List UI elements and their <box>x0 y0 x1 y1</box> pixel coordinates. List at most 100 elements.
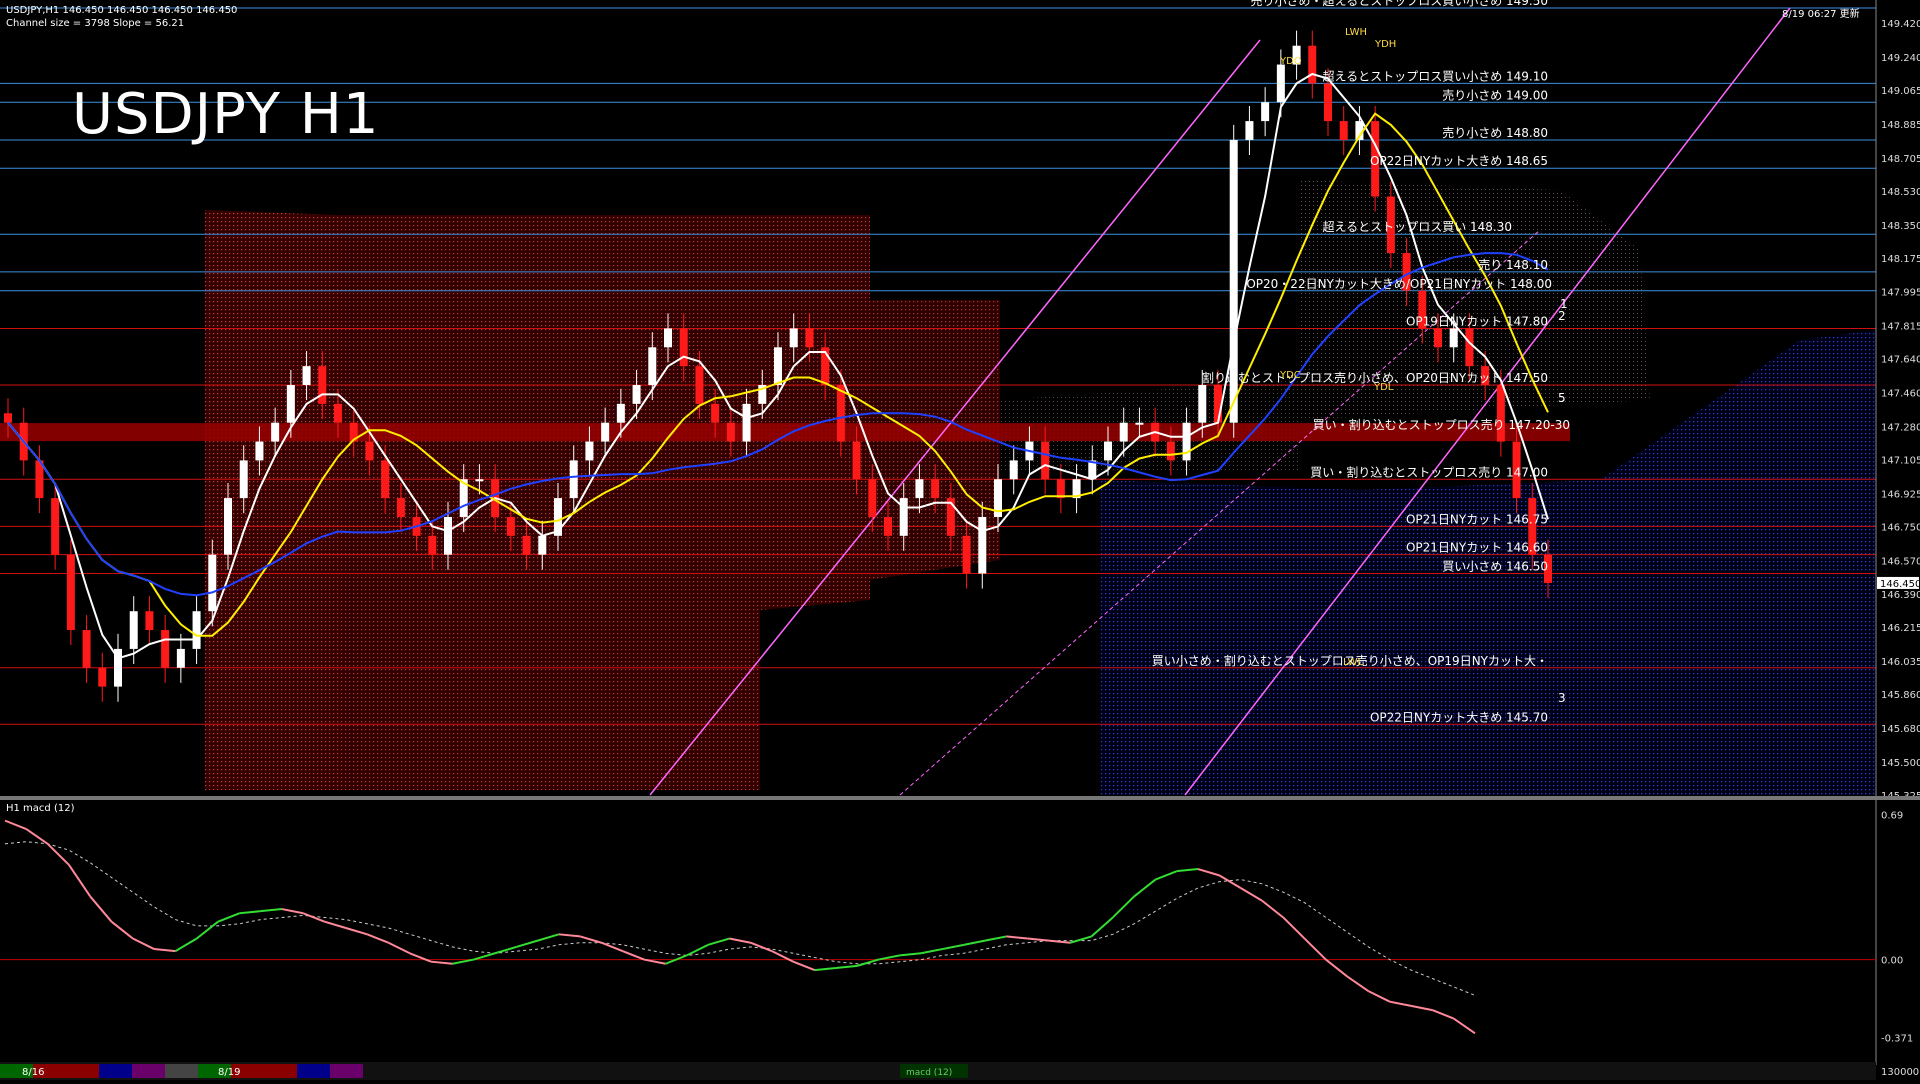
price-tick-13: 147.105 <box>1881 455 1920 466</box>
price-tick-10: 147.640 <box>1881 355 1920 366</box>
macd-main-seg <box>324 920 347 929</box>
macd-main-seg <box>281 908 304 915</box>
macd-main-seg <box>1325 958 1348 978</box>
level-label-3: 売り小さめ 148.80 <box>1442 125 1548 140</box>
wave-label-3: 3 <box>1558 691 1566 705</box>
macd-main-seg <box>473 952 496 961</box>
current-price-label: 146.450 <box>1880 579 1920 590</box>
price-tick-21: 145.680 <box>1881 724 1920 735</box>
macd-main-seg <box>1112 895 1135 919</box>
candle-body <box>836 385 845 442</box>
candle-body <box>428 535 437 555</box>
candle-body <box>915 479 924 499</box>
candle-body <box>1041 441 1050 480</box>
time-label-1: 8/19 <box>218 1067 240 1078</box>
candle-body <box>1104 441 1112 461</box>
candle-body <box>1166 441 1175 461</box>
macd-main-seg <box>1155 870 1178 881</box>
macd-main-seg <box>899 952 922 957</box>
candle-body <box>255 441 264 461</box>
candle-body <box>1308 45 1317 84</box>
box-label-lwh: LWH <box>1345 27 1367 38</box>
candle-body <box>711 403 720 423</box>
mini-tag: macd (12) <box>906 1068 952 1078</box>
macd-main-seg <box>1048 939 1071 944</box>
chart-stage: 売り小さめ・超えるとストップロス買い小さめ 149.50 超えるとストップロス買い… <box>0 0 1920 1080</box>
candle-body <box>601 422 610 442</box>
candle-body <box>1261 102 1270 122</box>
candle-body <box>1449 328 1458 348</box>
price-tick-20: 145.860 <box>1881 690 1920 701</box>
level-label-6: 売り 148.10 <box>1478 257 1548 272</box>
macd-main-seg <box>707 937 730 946</box>
candle-body <box>396 498 405 517</box>
macd-main-seg <box>430 960 453 965</box>
box-label-ydl: YDL <box>1373 382 1394 393</box>
candle-body <box>726 422 735 442</box>
candle-body <box>1245 121 1254 140</box>
level-label-10: 買い・割り込むとストップロス売り 147.20-30 <box>1313 417 1570 432</box>
macd-main-seg <box>856 958 879 967</box>
macd-main-seg <box>89 895 113 923</box>
price-tick-5: 148.530 <box>1881 187 1920 198</box>
channel-readout: Channel size = 3798 Slope = 56.21 <box>6 18 185 29</box>
macd-main-seg <box>814 967 836 972</box>
level-label-8: OP19日NYカット 147.80 <box>1406 314 1548 328</box>
level-label-12: OP21日NYカット 146.75 <box>1406 512 1548 526</box>
macd-main-seg <box>1240 887 1263 902</box>
wave-label-2: 2 <box>1558 309 1566 323</box>
candle-body <box>318 366 327 404</box>
candle-body <box>506 516 515 536</box>
candle-body <box>239 460 248 499</box>
candle-body <box>302 366 311 386</box>
candle-body <box>538 535 547 555</box>
macd-main-seg <box>771 950 794 963</box>
time-seg <box>165 1064 198 1078</box>
candle-body <box>192 611 201 649</box>
panel-divider <box>0 796 1920 800</box>
level-label-1: 超えるとストップロス買い小さめ 149.10 <box>1323 68 1548 83</box>
level-label-7: OP20・22日NYカット大きめ/OP21日NYカット 148.00 <box>1246 277 1552 291</box>
candle-body <box>852 441 861 480</box>
macd-main-seg <box>302 912 325 923</box>
price-chart[interactable]: 売り小さめ・超えるとストップロス買い小さめ 149.50 超えるとストップロス買い… <box>0 0 1920 1080</box>
candle-body <box>616 403 625 423</box>
candle-body <box>522 535 531 555</box>
macd-main-seg <box>4 819 27 830</box>
macd-main-seg <box>409 952 432 963</box>
macd-title: H1 macd (12) <box>6 803 75 814</box>
macd-main-seg <box>1176 868 1199 873</box>
macd-main-seg <box>1282 916 1306 940</box>
price-tick-0: 149.420 <box>1881 19 1920 30</box>
candle-body <box>286 385 295 423</box>
candle-body <box>1496 385 1505 442</box>
price-tick-18: 146.215 <box>1881 623 1920 634</box>
candle-body <box>208 554 217 612</box>
macd-main-seg <box>750 941 773 953</box>
candle-body <box>1135 422 1144 425</box>
macd-main-seg <box>1090 916 1114 938</box>
macd-main-seg <box>1410 1004 1433 1012</box>
macd-main-seg <box>1368 990 1391 1003</box>
macd-main-seg <box>537 933 560 942</box>
macd-main-seg <box>1069 935 1092 944</box>
macd-main-seg <box>1432 1009 1455 1020</box>
candle-body <box>98 667 107 687</box>
price-tick-9: 147.815 <box>1881 322 1920 333</box>
price-tick-15: 146.750 <box>1881 522 1920 533</box>
macd-main-seg <box>452 958 474 965</box>
candle-body <box>444 516 452 555</box>
candle-body <box>931 479 940 499</box>
price-tick-14: 146.925 <box>1881 489 1920 500</box>
macd-main-seg <box>1389 1000 1412 1007</box>
price-tick-12: 147.280 <box>1881 422 1920 433</box>
candle-body <box>129 611 138 649</box>
macd-main-seg <box>345 927 368 936</box>
cloud-red-mid <box>340 215 870 790</box>
macd-main-seg <box>217 912 240 923</box>
price-tick-6: 148.350 <box>1881 221 1920 232</box>
macd-main-seg <box>68 864 92 897</box>
level-label-5: 超えるとストップロス買い 148.30 <box>1323 219 1512 234</box>
candle-body <box>962 535 971 574</box>
macd-main-seg <box>942 943 964 951</box>
